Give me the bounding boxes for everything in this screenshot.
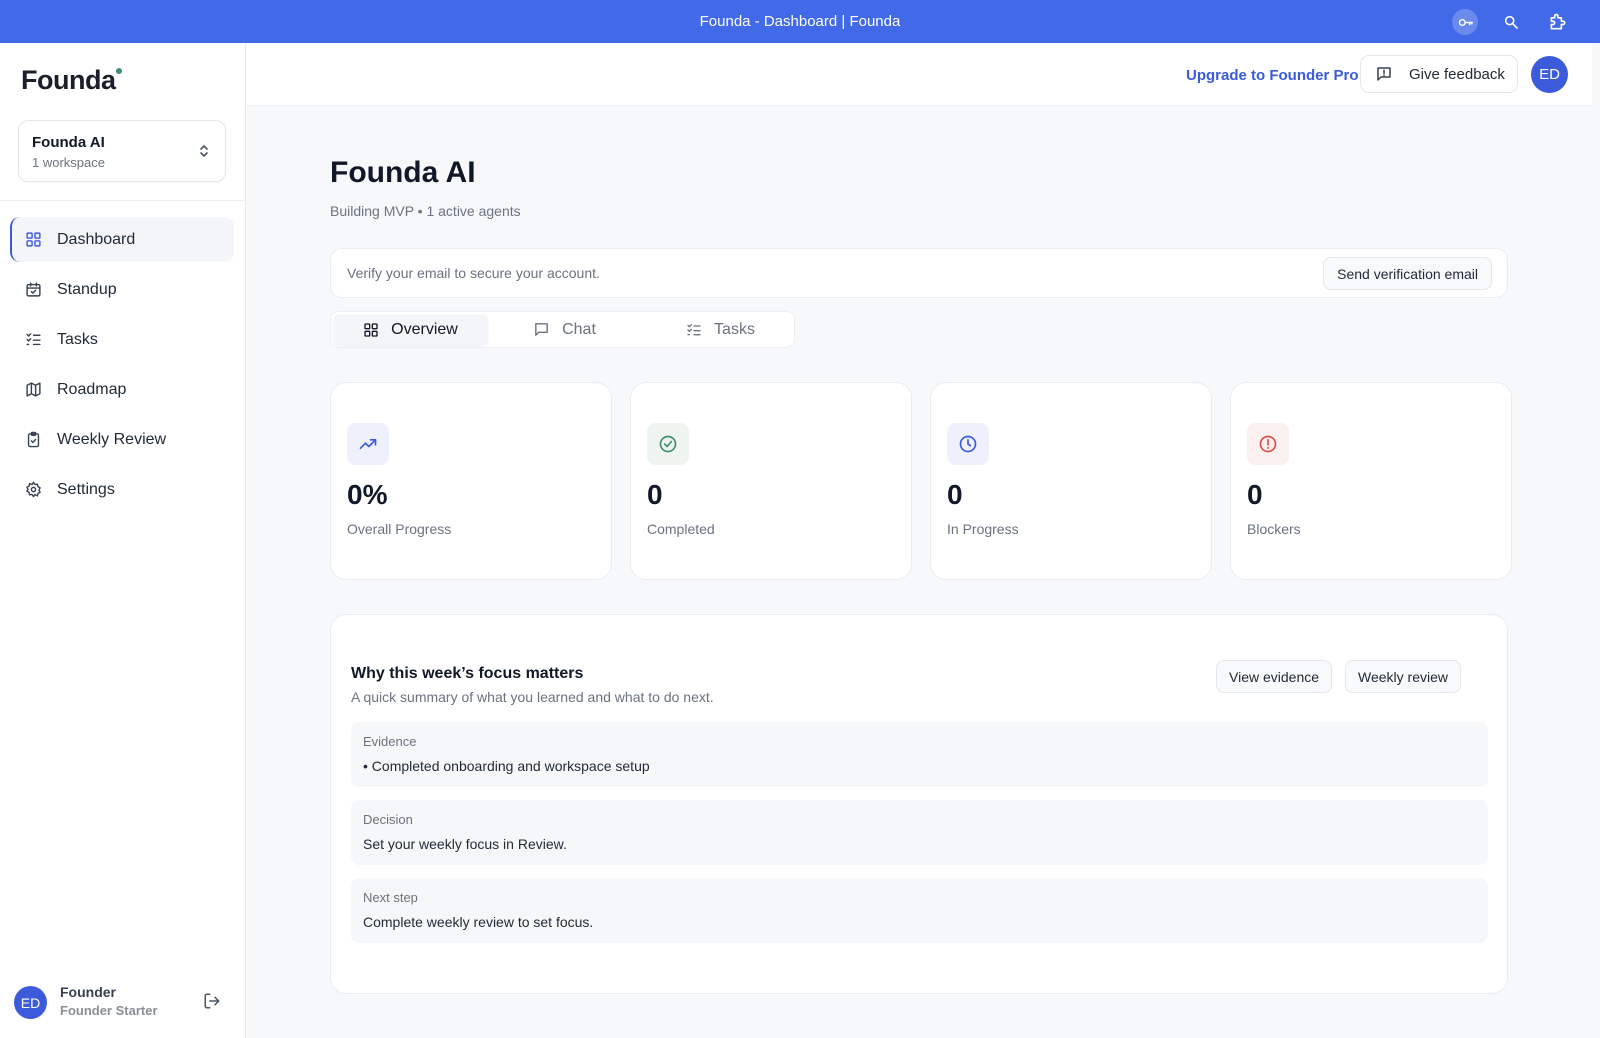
sidebar-nav: Dashboard Standup Tasks Roadmap Weekly R… <box>10 217 234 517</box>
gear-icon <box>24 481 42 499</box>
tab-label: Chat <box>562 320 596 338</box>
give-feedback-button[interactable]: Give feedback <box>1360 55 1518 93</box>
sidebar-item-label: Weekly Review <box>57 430 167 448</box>
give-feedback-label: Give feedback <box>1409 65 1505 83</box>
chat-icon <box>533 321 550 338</box>
focus-section-evidence: Evidence • Completed onboarding and work… <box>351 722 1488 787</box>
sidebar-item-label: Tasks <box>57 330 98 348</box>
sidebar-divider <box>0 200 245 201</box>
focus-subtitle: A quick summary of what you learned and … <box>351 689 714 705</box>
logo[interactable]: Founda <box>21 65 123 96</box>
logout-icon[interactable] <box>203 992 221 1015</box>
tab-overview[interactable]: Overview <box>333 314 488 345</box>
stat-value: 0 <box>647 479 663 510</box>
logo-text: Founda <box>21 65 116 95</box>
section-label: Evidence <box>363 734 417 749</box>
user-name: Founder <box>60 984 116 1000</box>
stat-label: In Progress <box>947 521 1019 537</box>
stat-value: 0 <box>1247 479 1263 510</box>
send-verification-button[interactable]: Send verification email <box>1323 257 1492 290</box>
stat-label: Blockers <box>1247 521 1301 537</box>
clipboard-check-icon <box>24 431 42 449</box>
page-subtitle: Building MVP • 1 active agents <box>330 203 521 219</box>
chevron-up-down-icon <box>197 143 211 164</box>
section-label: Next step <box>363 890 418 905</box>
stat-label: Completed <box>647 521 715 537</box>
window-title: Founda - Dashboard | Founda <box>699 13 901 30</box>
weekly-review-button[interactable]: Weekly review <box>1345 660 1461 693</box>
workspace-count: 1 workspace <box>32 155 105 170</box>
clock-icon <box>947 423 989 465</box>
section-text: Complete weekly review to set focus. <box>363 914 594 930</box>
avatar[interactable]: ED <box>14 986 47 1019</box>
list-checks-icon <box>24 331 42 349</box>
focus-title: Why this week’s focus matters <box>351 665 584 682</box>
trending-up-icon <box>347 423 389 465</box>
sidebar-item-dashboard[interactable]: Dashboard <box>10 217 234 262</box>
main-content: Founda AI Building MVP • 1 active agents… <box>246 106 1600 1038</box>
grid-icon <box>363 322 379 338</box>
stat-card-in-progress: 0 In Progress <box>930 382 1212 580</box>
list-checks-icon <box>686 322 702 338</box>
sidebar-item-roadmap[interactable]: Roadmap <box>10 367 234 412</box>
alert-circle-icon <box>1247 423 1289 465</box>
user-plan: Founder Starter <box>60 1003 158 1018</box>
top-header: Upgrade to Founder Pro Give feedback ED <box>246 43 1592 106</box>
section-label: Decision <box>363 812 413 827</box>
sidebar-item-weekly-review[interactable]: Weekly Review <box>10 417 234 462</box>
tab-tasks[interactable]: Tasks <box>643 314 798 345</box>
tab-chat[interactable]: Chat <box>487 314 642 345</box>
grid-icon <box>24 231 42 249</box>
tab-label: Tasks <box>714 320 755 338</box>
stat-label: Overall Progress <box>347 521 452 537</box>
sidebar-user: ED Founder Founder Starter <box>0 973 245 1038</box>
tab-bar: Overview Chat Tasks <box>330 311 795 348</box>
browser-title-bar: Founda - Dashboard | Founda <box>0 0 1600 43</box>
key-icon[interactable] <box>1452 9 1478 35</box>
section-text: • Completed onboarding and workspace set… <box>363 758 650 774</box>
map-icon <box>24 381 42 399</box>
sidebar: Founda Founda AI 1 workspace Dashboard S… <box>0 43 246 1038</box>
stat-card-overall-progress: 0% Overall Progress <box>330 382 612 580</box>
extension-icon[interactable] <box>1545 9 1571 35</box>
sidebar-item-label: Settings <box>57 480 115 498</box>
avatar[interactable]: ED <box>1531 56 1568 93</box>
sidebar-item-label: Standup <box>57 280 117 298</box>
workspace-selector[interactable]: Founda AI 1 workspace <box>18 120 226 182</box>
stat-value: 0 <box>947 479 963 510</box>
focus-section-decision: Decision Set your weekly focus in Review… <box>351 800 1488 865</box>
sidebar-item-settings[interactable]: Settings <box>10 467 234 512</box>
sidebar-item-label: Roadmap <box>57 380 127 398</box>
logo-dot-icon <box>116 68 123 74</box>
section-text: Set your weekly focus in Review. <box>363 836 567 852</box>
view-evidence-button[interactable]: View evidence <box>1216 660 1333 693</box>
focus-section-next-step: Next step Complete weekly review to set … <box>351 878 1488 943</box>
calendar-check-icon <box>24 281 42 299</box>
sidebar-item-standup[interactable]: Standup <box>10 267 234 312</box>
workspace-name: Founda AI <box>32 134 105 151</box>
check-circle-icon <box>647 423 689 465</box>
verify-email-text: Verify your email to secure your account… <box>347 265 600 281</box>
weekly-focus-card: Why this week’s focus matters A quick su… <box>330 614 1508 994</box>
sidebar-item-tasks[interactable]: Tasks <box>10 317 234 362</box>
upgrade-link[interactable]: Upgrade to Founder Pro <box>1186 67 1359 84</box>
verify-email-banner: Verify your email to secure your account… <box>330 248 1508 298</box>
tab-label: Overview <box>391 320 458 338</box>
message-alert-icon <box>1375 65 1393 83</box>
stat-card-completed: 0 Completed <box>630 382 912 580</box>
page-title: Founda AI <box>330 156 476 189</box>
sidebar-item-label: Dashboard <box>57 230 136 248</box>
zoom-icon[interactable] <box>1498 9 1524 35</box>
stat-card-blockers: 0 Blockers <box>1230 382 1512 580</box>
stat-value: 0% <box>347 479 388 510</box>
